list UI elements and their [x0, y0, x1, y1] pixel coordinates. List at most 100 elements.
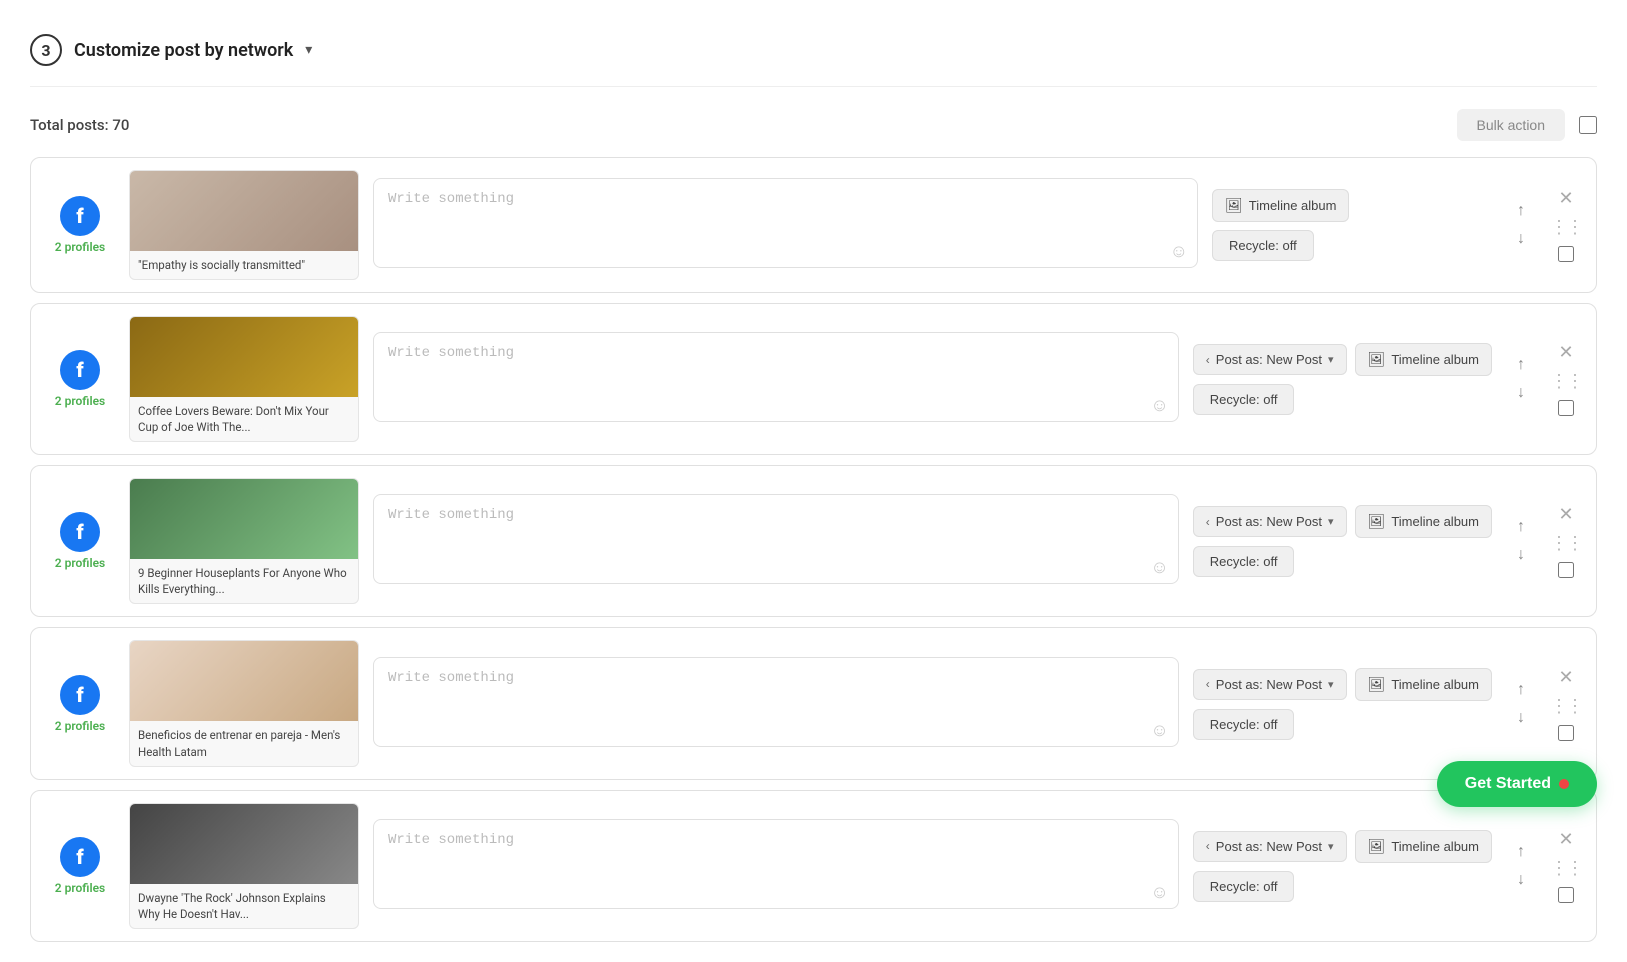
page-title: Customize post by network: [74, 40, 293, 61]
timeline-album-button[interactable]: 🖼 Timeline album: [1355, 343, 1492, 376]
post-as-label: Post as: New Post: [1216, 677, 1322, 692]
close-button[interactable]: ✕: [1558, 188, 1573, 209]
write-input[interactable]: [373, 657, 1179, 747]
move-up-button[interactable]: ↑: [1515, 679, 1527, 701]
row-arrows: ↑ ↓: [1506, 354, 1536, 404]
move-up-button[interactable]: ↑: [1515, 516, 1527, 538]
row-checkbox[interactable]: [1558, 725, 1574, 741]
timeline-label: Timeline album: [1249, 198, 1337, 213]
facebook-icon: f: [60, 837, 100, 877]
recycle-button[interactable]: Recycle: off: [1193, 546, 1295, 577]
caret-icon: ▾: [1328, 515, 1334, 528]
move-up-button[interactable]: ↑: [1515, 841, 1527, 863]
get-started-button[interactable]: Get Started: [1437, 761, 1597, 807]
drag-handle[interactable]: ⋮⋮: [1550, 696, 1582, 717]
row-side-actions: ✕ ⋮⋮: [1550, 829, 1582, 903]
row-checkbox[interactable]: [1558, 562, 1574, 578]
select-all-checkbox[interactable]: [1579, 116, 1597, 134]
toolbar-right: Bulk action: [1457, 109, 1597, 141]
timeline-album-button[interactable]: 🖼 Timeline album: [1212, 189, 1349, 222]
options-row-top: ‹ Post as: New Post ▾ 🖼 Timeline album: [1193, 343, 1492, 376]
write-area[interactable]: ☺: [373, 178, 1198, 272]
write-input[interactable]: [373, 494, 1179, 584]
recycle-button[interactable]: Recycle: off: [1193, 384, 1295, 415]
move-down-button[interactable]: ↓: [1515, 707, 1527, 729]
post-row: f 2 profiles Coffee Lovers Beware: Don't…: [30, 303, 1597, 455]
share-icon: ‹: [1206, 515, 1210, 529]
article-card: "Empathy is socially transmitted": [129, 170, 359, 280]
write-area[interactable]: ☺: [373, 819, 1179, 913]
post-as-button[interactable]: ‹ Post as: New Post ▾: [1193, 669, 1347, 700]
article-title: 9 Beginner Houseplants For Anyone Who Ki…: [130, 559, 358, 603]
album-icon: 🖼: [1368, 351, 1386, 368]
move-up-button[interactable]: ↑: [1515, 354, 1527, 376]
timeline-album-button[interactable]: 🖼 Timeline album: [1355, 668, 1492, 701]
row-side-actions: ✕ ⋮⋮: [1550, 188, 1582, 262]
emoji-button[interactable]: ☺: [1150, 557, 1168, 578]
recycle-button[interactable]: Recycle: off: [1193, 709, 1295, 740]
profiles-label: 2 profiles: [55, 556, 105, 570]
timeline-label: Timeline album: [1391, 352, 1479, 367]
options-row-bottom: Recycle: off: [1212, 230, 1492, 261]
post-as-label: Post as: New Post: [1216, 514, 1322, 529]
drag-handle[interactable]: ⋮⋮: [1550, 217, 1582, 238]
row-checkbox[interactable]: [1558, 246, 1574, 262]
move-down-button[interactable]: ↓: [1515, 382, 1527, 404]
article-title: Dwayne 'The Rock' Johnson Explains Why H…: [130, 884, 358, 928]
close-button[interactable]: ✕: [1558, 342, 1573, 363]
timeline-label: Timeline album: [1391, 514, 1479, 529]
post-as-label: Post as: New Post: [1216, 352, 1322, 367]
emoji-button[interactable]: ☺: [1150, 720, 1168, 741]
post-options: ‹ Post as: New Post ▾ 🖼 Timeline album R…: [1193, 668, 1492, 740]
post-row: f 2 profiles Beneficios de entrenar en p…: [30, 627, 1597, 779]
row-checkbox[interactable]: [1558, 400, 1574, 416]
facebook-icon: f: [60, 512, 100, 552]
article-card: Dwayne 'The Rock' Johnson Explains Why H…: [129, 803, 359, 929]
move-down-button[interactable]: ↓: [1515, 544, 1527, 566]
get-started-label: Get Started: [1465, 775, 1551, 793]
close-button[interactable]: ✕: [1558, 504, 1573, 525]
caret-icon: ▾: [1328, 353, 1334, 366]
total-posts-label: Total posts: 70: [30, 116, 129, 134]
write-area[interactable]: ☺: [373, 657, 1179, 751]
write-area[interactable]: ☺: [373, 494, 1179, 588]
options-row-bottom: Recycle: off: [1193, 709, 1492, 740]
timeline-album-button[interactable]: 🖼 Timeline album: [1355, 830, 1492, 863]
row-checkbox[interactable]: [1558, 887, 1574, 903]
write-input[interactable]: [373, 332, 1179, 422]
emoji-button[interactable]: ☺: [1150, 395, 1168, 416]
move-down-button[interactable]: ↓: [1515, 228, 1527, 250]
facebook-icon: f: [60, 196, 100, 236]
post-as-button[interactable]: ‹ Post as: New Post ▾: [1193, 506, 1347, 537]
recycle-button[interactable]: Recycle: off: [1212, 230, 1314, 261]
chevron-down-icon[interactable]: ▾: [305, 42, 312, 58]
article-card: 9 Beginner Houseplants For Anyone Who Ki…: [129, 478, 359, 604]
timeline-album-button[interactable]: 🖼 Timeline album: [1355, 505, 1492, 538]
close-button[interactable]: ✕: [1558, 829, 1573, 850]
drag-handle[interactable]: ⋮⋮: [1550, 533, 1582, 554]
options-row-top: 🖼 Timeline album: [1212, 189, 1492, 222]
close-button[interactable]: ✕: [1558, 667, 1573, 688]
article-title: Coffee Lovers Beware: Don't Mix Your Cup…: [130, 397, 358, 441]
bulk-action-button[interactable]: Bulk action: [1457, 109, 1565, 141]
emoji-button[interactable]: ☺: [1150, 882, 1168, 903]
article-image: [130, 171, 358, 251]
write-input[interactable]: [373, 178, 1198, 268]
emoji-button[interactable]: ☺: [1170, 241, 1188, 262]
post-as-button[interactable]: ‹ Post as: New Post ▾: [1193, 831, 1347, 862]
drag-handle[interactable]: ⋮⋮: [1550, 858, 1582, 879]
move-up-button[interactable]: ↑: [1515, 200, 1527, 222]
post-as-button[interactable]: ‹ Post as: New Post ▾: [1193, 344, 1347, 375]
options-row-bottom: Recycle: off: [1193, 546, 1492, 577]
article-title: Beneficios de entrenar en pareja - Men's…: [130, 721, 358, 765]
write-input[interactable]: [373, 819, 1179, 909]
write-area[interactable]: ☺: [373, 332, 1179, 426]
move-down-button[interactable]: ↓: [1515, 869, 1527, 891]
posts-list: f 2 profiles "Empathy is socially transm…: [30, 157, 1597, 942]
article-card: Beneficios de entrenar en pareja - Men's…: [129, 640, 359, 766]
row-side-actions: ✕ ⋮⋮: [1550, 504, 1582, 578]
row-arrows: ↑ ↓: [1506, 516, 1536, 566]
album-icon: 🖼: [1368, 838, 1386, 855]
drag-handle[interactable]: ⋮⋮: [1550, 371, 1582, 392]
recycle-button[interactable]: Recycle: off: [1193, 871, 1295, 902]
